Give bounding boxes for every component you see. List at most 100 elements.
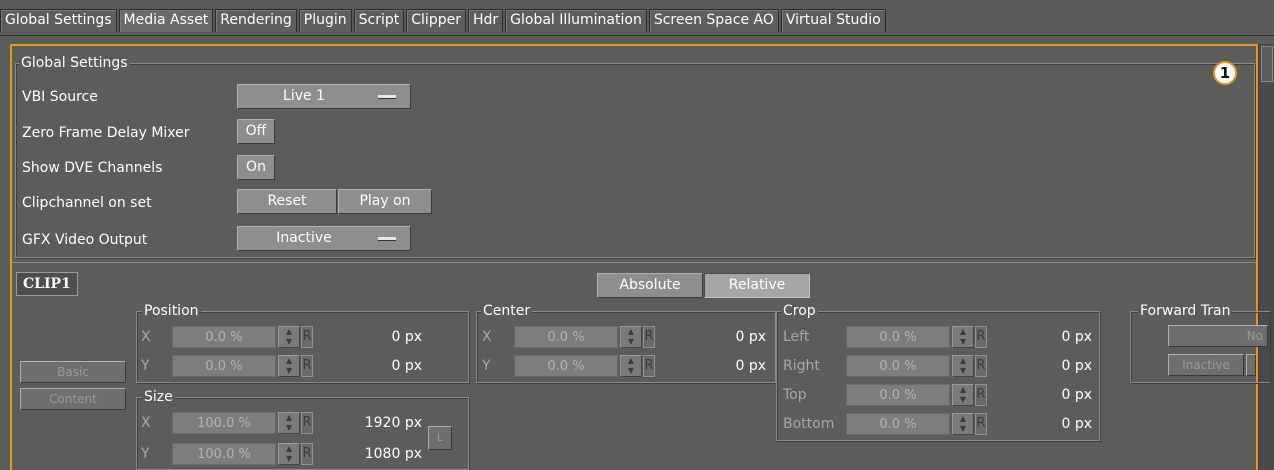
forward-transition-no-button[interactable]: No	[1168, 325, 1268, 347]
tab-screen-space-ao[interactable]: Screen Space AO	[648, 9, 779, 32]
crop-bottom-spinner[interactable]: ▲ ▼	[952, 413, 974, 435]
position-title: Position	[142, 303, 201, 319]
spin-down-icon: ▼	[959, 337, 967, 346]
center-y-axis: Y	[482, 358, 491, 374]
center-x-spinner[interactable]: ▲ ▼	[620, 326, 642, 348]
clipchannel-play-on-button[interactable]: Play on	[338, 189, 432, 214]
relative-mode-button[interactable]: Relative	[704, 273, 810, 298]
crop-right-reset[interactable]: R	[975, 355, 987, 377]
size-y-reset[interactable]: R	[301, 443, 313, 465]
tab-plugin[interactable]: Plugin	[298, 9, 352, 32]
size-x-axis: X	[141, 415, 151, 431]
size-y-field[interactable]: 100.0 %	[172, 443, 276, 465]
vertical-scrollbar[interactable]	[1258, 44, 1274, 470]
dropdown-bar-icon	[378, 237, 396, 241]
content-button[interactable]: Content	[20, 388, 126, 410]
clipchannel-reset-button[interactable]: Reset	[237, 189, 337, 214]
spin-down-icon: ▼	[959, 395, 967, 404]
crop-top-field[interactable]: 0.0 %	[846, 384, 950, 406]
position-y-reset[interactable]: R	[301, 355, 313, 377]
gfx-output-value: Inactive	[276, 230, 332, 246]
zero-frame-delay-toggle[interactable]: Off	[237, 119, 275, 144]
gfx-output-dropdown[interactable]: Inactive	[237, 226, 411, 251]
center-y-field[interactable]: 0.0 %	[514, 355, 618, 377]
crop-title: Crop	[781, 303, 818, 319]
spin-up-icon: ▲	[959, 385, 967, 394]
crop-left-field[interactable]: 0.0 %	[846, 326, 950, 348]
crop-right-px: 0 px	[1061, 358, 1092, 374]
show-dve-toggle[interactable]: On	[237, 155, 275, 180]
tab-bar: Global Settings Media Asset Rendering Pl…	[0, 0, 1274, 36]
tab-clipper[interactable]: Clipper	[406, 9, 466, 32]
section-divider	[12, 262, 1256, 263]
tab-media-asset[interactable]: Media Asset	[118, 9, 214, 32]
gfx-output-label: GFX Video Output	[22, 232, 148, 248]
spin-down-icon: ▼	[959, 366, 967, 375]
dropdown-bar-icon	[378, 95, 396, 99]
spin-up-icon: ▲	[627, 356, 635, 365]
basic-button[interactable]: Basic	[20, 361, 126, 383]
global-settings-title: Global Settings	[19, 55, 130, 71]
spin-up-icon: ▲	[959, 356, 967, 365]
scrollbar-thumb[interactable]	[1261, 46, 1273, 82]
size-x-spinner[interactable]: ▲ ▼	[278, 412, 300, 434]
tab-global-illumination[interactable]: Global Illumination	[505, 9, 647, 32]
size-y-spinner[interactable]: ▲ ▼	[278, 443, 300, 465]
size-x-field[interactable]: 100.0 %	[172, 412, 276, 434]
position-x-spinner[interactable]: ▲ ▼	[278, 326, 300, 348]
spin-down-icon: ▼	[959, 424, 967, 433]
crop-bottom-field[interactable]: 0.0 %	[846, 413, 950, 435]
crop-top-px: 0 px	[1061, 387, 1092, 403]
crop-left-px: 0 px	[1061, 329, 1092, 345]
spin-down-icon: ▼	[627, 366, 635, 375]
position-x-axis: X	[141, 329, 151, 345]
spin-up-icon: ▲	[285, 444, 293, 453]
clipchannel-label: Clipchannel on set	[22, 195, 152, 211]
tab-rendering[interactable]: Rendering	[215, 9, 297, 32]
position-y-field[interactable]: 0.0 %	[172, 355, 276, 377]
size-title: Size	[142, 389, 175, 405]
clip-tag: CLIP1	[16, 272, 78, 296]
size-y-axis: Y	[141, 446, 150, 462]
forward-transition-inactive-button[interactable]: Inactive	[1168, 354, 1244, 376]
global-settings-group	[15, 63, 1255, 258]
tab-script[interactable]: Script	[353, 9, 405, 32]
position-x-reset[interactable]: R	[301, 326, 313, 348]
tab-hdr[interactable]: Hdr	[467, 9, 504, 32]
tab-virtual-studio[interactable]: Virtual Studio	[780, 9, 886, 32]
absolute-mode-button[interactable]: Absolute	[597, 273, 703, 298]
spin-down-icon: ▼	[285, 423, 293, 432]
position-y-px: 0 px	[391, 358, 422, 374]
crop-left-reset[interactable]: R	[975, 326, 987, 348]
center-y-px: 0 px	[735, 358, 766, 374]
tab-global-settings[interactable]: Global Settings	[0, 9, 117, 32]
center-x-field[interactable]: 0.0 %	[514, 326, 618, 348]
forward-transition-extra-button[interactable]	[1246, 354, 1256, 376]
center-x-px: 0 px	[735, 329, 766, 345]
callout-badge: 1	[1213, 61, 1237, 85]
zero-frame-delay-label: Zero Frame Delay Mixer	[22, 125, 190, 141]
size-x-px: 1920 px	[364, 415, 422, 431]
crop-top-spinner[interactable]: ▲ ▼	[952, 384, 974, 406]
forward-transition-title: Forward Tran	[1138, 303, 1233, 319]
crop-bottom-reset[interactable]: R	[975, 413, 987, 435]
crop-right-spinner[interactable]: ▲ ▼	[952, 355, 974, 377]
spin-down-icon: ▼	[627, 337, 635, 346]
spin-up-icon: ▲	[285, 356, 293, 365]
center-y-reset[interactable]: R	[643, 355, 655, 377]
vbi-source-dropdown[interactable]: Live 1	[237, 84, 411, 109]
center-title: Center	[481, 303, 533, 319]
crop-top-reset[interactable]: R	[975, 384, 987, 406]
spin-down-icon: ▼	[285, 366, 293, 375]
center-x-reset[interactable]: R	[643, 326, 655, 348]
center-y-spinner[interactable]: ▲ ▼	[620, 355, 642, 377]
crop-right-field[interactable]: 0.0 %	[846, 355, 950, 377]
position-x-field[interactable]: 0.0 %	[172, 326, 276, 348]
size-lock-button[interactable]: L	[428, 426, 452, 450]
size-x-reset[interactable]: R	[301, 412, 313, 434]
position-x-px: 0 px	[391, 329, 422, 345]
crop-top-label: Top	[783, 387, 807, 403]
position-y-spinner[interactable]: ▲ ▼	[278, 355, 300, 377]
spin-up-icon: ▲	[285, 413, 293, 422]
crop-left-spinner[interactable]: ▲ ▼	[952, 326, 974, 348]
